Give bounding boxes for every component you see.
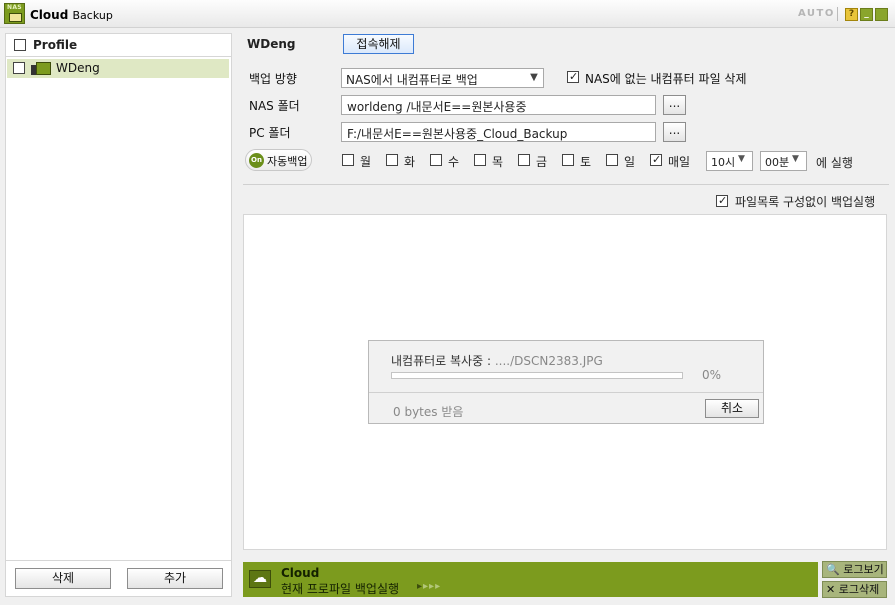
pc-folder-input[interactable]: F:/내문서E==원본사용중_Cloud_Backup	[341, 122, 656, 142]
day-checkbox-fri[interactable]	[518, 154, 530, 166]
day-checkbox-mon[interactable]	[342, 154, 354, 166]
day-label-mon: 월	[360, 155, 372, 169]
day-label-wed: 수	[448, 155, 460, 169]
log-area: 내컴퓨터로 복사중 : ..../DSCN2383.JPG 0% 0 bytes…	[243, 214, 887, 550]
chevron-down-icon[interactable]: ▼	[792, 154, 799, 164]
auto-mode-label: AUTO	[798, 8, 835, 19]
app-logo-text: NAS	[7, 4, 22, 11]
app-title-sub: Backup	[72, 9, 113, 22]
run-time-suffix: 에 실행	[816, 156, 853, 170]
add-profile-button[interactable]: 추가	[127, 568, 223, 589]
app-title-main: Cloud	[30, 8, 69, 22]
copy-status: 내컴퓨터로 복사중 : ..../DSCN2383.JPG	[391, 352, 603, 369]
search-icon: 🔍	[826, 563, 840, 576]
delete-missing-files-label: NAS에 없는 내컴퓨터 파일 삭제	[585, 72, 747, 86]
day-checkbox-wed[interactable]	[430, 154, 442, 166]
folder-icon	[9, 13, 22, 22]
x-icon: ✕	[826, 583, 836, 596]
day-label-daily: 매일	[668, 155, 691, 169]
run-bar-text: 현재 프로파일 백업실행	[281, 582, 400, 596]
run-backup-button[interactable]: Cloud 현재 프로파일 백업실행 ▸▸▸▸	[243, 562, 818, 597]
profile-panel: Profile WDeng 삭제 추가	[5, 33, 232, 597]
day-label-sat: 토	[580, 155, 592, 169]
app-logo-icon: NAS	[4, 3, 25, 24]
day-checkbox-daily[interactable]	[650, 153, 662, 166]
dialog-divider	[369, 392, 763, 393]
view-log-button[interactable]: 🔍 로그보기	[822, 561, 887, 578]
progress-dialog: 내컴퓨터로 복사중 : ..../DSCN2383.JPG 0% 0 bytes…	[368, 340, 764, 424]
minute-select[interactable]: 00분	[760, 151, 807, 171]
cloud-icon	[249, 570, 271, 588]
help-icon: ?	[848, 9, 855, 19]
bytes-received: 0 bytes 받음	[393, 405, 464, 419]
chevron-down-icon[interactable]: ▼	[526, 70, 542, 86]
day-checkbox-sat[interactable]	[562, 154, 574, 166]
disconnect-button[interactable]: 접속해제	[343, 34, 414, 54]
minimize-button[interactable]: _	[860, 8, 873, 21]
day-checkbox-sun[interactable]	[606, 154, 618, 166]
auto-backup-label: 자동백업	[267, 155, 308, 168]
day-checkbox-thu[interactable]	[474, 154, 486, 166]
day-label-tue: 화	[404, 155, 416, 169]
section-divider	[243, 184, 889, 185]
app-title: Cloud Backup	[30, 8, 113, 22]
pc-folder-browse-button[interactable]: ...	[663, 122, 686, 142]
view-log-label: 로그보기	[843, 563, 884, 576]
backup-direction-select[interactable]: NAS에서 내컴퓨터로 백업	[341, 68, 544, 88]
backup-direction-label: 백업 방향	[249, 72, 297, 86]
progress-percent: 0%	[702, 368, 722, 382]
skip-file-list-checkbox[interactable]	[716, 194, 728, 207]
toggle-on-indicator: On	[249, 153, 264, 168]
day-label-thu: 목	[492, 155, 504, 169]
profile-header-label: Profile	[33, 38, 78, 52]
title-separator	[837, 7, 838, 21]
skip-file-list-label: 파일목록 구성없이 백업실행	[735, 195, 876, 209]
nas-folder-label: NAS 폴더	[249, 99, 300, 113]
nas-folder-input[interactable]: worldeng /내문서E==원본사용중	[341, 95, 656, 115]
progress-bar	[391, 372, 683, 379]
help-button[interactable]: ?	[845, 8, 858, 21]
delete-missing-files-checkbox[interactable]	[567, 70, 579, 83]
auto-backup-toggle[interactable]: On 자동백업	[245, 149, 312, 171]
title-bar: NAS Cloud Backup AUTO ? _	[0, 0, 895, 28]
day-checkbox-tue[interactable]	[386, 154, 398, 166]
cancel-button[interactable]: 취소	[705, 399, 759, 418]
copy-status-file: ..../DSCN2383.JPG	[494, 354, 603, 368]
day-label-fri: 금	[536, 155, 548, 169]
hour-select[interactable]: 10시	[706, 151, 753, 171]
pc-folder-label: PC 폴더	[249, 126, 291, 140]
current-profile-name: WDeng	[247, 37, 296, 51]
profile-header: Profile	[6, 34, 231, 57]
nas-folder-browse-button[interactable]: ...	[663, 95, 686, 115]
copy-status-prefix: 내컴퓨터로 복사중 :	[391, 354, 491, 368]
delete-profile-button[interactable]: 삭제	[15, 568, 111, 589]
arrow-right-icon: ▸▸▸▸	[417, 581, 442, 592]
close-button[interactable]	[875, 8, 888, 21]
profile-list-item[interactable]: WDeng	[7, 59, 229, 78]
profile-item-checkbox[interactable]	[13, 62, 25, 74]
profile-select-all-checkbox[interactable]	[14, 39, 26, 51]
chevron-down-icon[interactable]: ▼	[738, 154, 745, 164]
delete-log-label: 로그삭제	[838, 583, 880, 596]
nas-device-icon	[31, 61, 51, 75]
minimize-icon: _	[864, 9, 869, 19]
day-label-sun: 일	[624, 155, 636, 169]
run-bar-title: Cloud	[281, 566, 320, 580]
delete-log-button[interactable]: ✕ 로그삭제	[822, 581, 887, 598]
panel-divider	[6, 560, 231, 561]
profile-item-name: WDeng	[56, 61, 100, 75]
